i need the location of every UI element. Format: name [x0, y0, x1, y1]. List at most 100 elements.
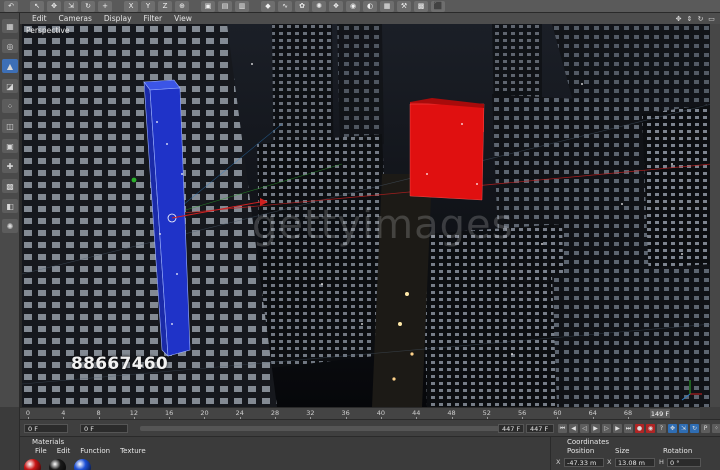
spline-button[interactable]: ∿ [278, 0, 292, 12]
timeline-ruler-end [700, 407, 720, 419]
python-button[interactable]: ⬛ [431, 0, 445, 12]
scene-button[interactable]: ◉ [346, 0, 360, 12]
add-button[interactable]: + [98, 0, 112, 12]
go-to-start-icon[interactable]: ⏮ [558, 424, 567, 433]
position-key-icon[interactable]: ✥ [668, 424, 677, 433]
materials-menu-edit[interactable]: Edit [57, 447, 71, 455]
scale-button[interactable]: ⇲ [64, 0, 78, 12]
viewport-menu-display[interactable]: Display [104, 14, 132, 23]
timeline-tick-label: 16 [165, 409, 174, 417]
timeline-tick-label: 56 [517, 409, 527, 417]
max-frame-field[interactable]: 447 F [526, 424, 554, 433]
keyframe-selection-icon[interactable]: ? [657, 424, 666, 433]
coordinate-system-button[interactable]: ⊕ [175, 0, 189, 12]
polygons-mode-icon[interactable]: ▣ [2, 139, 18, 153]
material-swatch-red[interactable] [24, 459, 41, 470]
texture-mode-icon[interactable]: ◎ [2, 39, 18, 53]
viewport-menu-view[interactable]: View [174, 14, 192, 23]
previous-frame-icon[interactable]: ◁ [580, 424, 589, 433]
position-x-field[interactable]: -47.33 m [564, 458, 604, 467]
rotate-button[interactable]: ↻ [81, 0, 95, 12]
maximize-view-icon[interactable]: ▭ [707, 15, 716, 23]
scale-key-icon[interactable]: ⇲ [679, 424, 688, 433]
render-settings-button[interactable]: ▥ [235, 0, 249, 12]
edges-mode-icon[interactable]: ◫ [2, 119, 18, 133]
light-button[interactable]: ▦ [380, 0, 394, 12]
workplane-icon[interactable]: ✺ [2, 219, 18, 233]
previous-key-icon[interactable]: ◀ [569, 424, 578, 433]
array-button[interactable]: ✺ [312, 0, 326, 12]
camera-button[interactable]: ◐ [363, 0, 377, 12]
go-to-end-icon[interactable]: ⏭ [624, 424, 633, 433]
autokey-icon[interactable]: ◉ [646, 424, 655, 433]
main-toolbar: ↶ ↖ ✥ ⇲ ↻ + X Y Z ⊕ ▣ ▤ ▥ ◆ ∿ ✿ ✺ ❖ ◉ ◐ ▦ ⚒ ▩ ⬛ [0, 0, 720, 13]
right-edge-strip [710, 24, 720, 407]
start-frame-field[interactable]: 0 F [24, 424, 68, 433]
checker-icon[interactable]: ▩ [2, 179, 18, 193]
materials-menu-texture[interactable]: Texture [120, 447, 146, 455]
viewport-camera-label[interactable]: Perspective [26, 26, 69, 35]
materials-menu-function[interactable]: Function [80, 447, 110, 455]
size-header: Size [615, 447, 630, 455]
z-axis-button[interactable]: Z [158, 0, 172, 12]
undo-button[interactable]: ↶ [4, 0, 18, 12]
deformer-button[interactable]: ❖ [329, 0, 343, 12]
rotation-h-field[interactable]: 0 ° [667, 458, 701, 467]
points-mode-icon[interactable]: ⁘ [2, 99, 18, 113]
timeline-tick-label: 68 [623, 409, 633, 417]
timeline-tick-label: 8 [96, 409, 101, 417]
nurbs-button[interactable]: ✿ [295, 0, 309, 12]
sculpt-button[interactable]: ⚒ [397, 0, 411, 12]
rotation-h-axis-label: H [659, 458, 664, 466]
position-x-axis-label: X [556, 458, 561, 466]
pan-view-icon[interactable]: ✥ [674, 15, 683, 23]
object-mode-icon[interactable]: ◪ [2, 79, 18, 93]
timeline-tick-label: 4 [61, 409, 66, 417]
size-x-axis-label: X [607, 458, 612, 466]
material-swatch-blue[interactable] [74, 459, 91, 470]
viewport-menu-edit[interactable]: Edit [32, 14, 47, 23]
y-axis-button[interactable]: Y [141, 0, 155, 12]
make-editable-icon[interactable]: ▦ [2, 19, 18, 33]
model-mode-icon[interactable]: ▲ [2, 59, 18, 73]
end-frame-field[interactable]: 447 F [498, 424, 524, 433]
rotation-header: Rotation [663, 447, 693, 455]
perspective-viewport[interactable]: Perspective gettyimages 88667460 [20, 24, 710, 407]
play-icon[interactable]: ▶ [591, 424, 600, 433]
materials-panel: Materials File Edit Function Texture [20, 436, 550, 470]
layout-button[interactable]: ▩ [414, 0, 428, 12]
zoom-view-icon[interactable]: ⇕ [685, 15, 694, 23]
min-frame-field[interactable]: 0 F [80, 424, 128, 433]
viewport-menu-cameras[interactable]: Cameras [59, 14, 92, 23]
mid-building-5 [552, 264, 710, 407]
watermark-number: 88667460 [71, 354, 169, 374]
timeline-tick-label: 64 [588, 409, 597, 417]
next-key-icon[interactable]: ▶ [613, 424, 622, 433]
live-select-button[interactable]: ↖ [30, 0, 44, 12]
next-frame-icon[interactable]: ▷ [602, 424, 611, 433]
far-building-2 [337, 24, 384, 150]
move-button[interactable]: ✥ [47, 0, 61, 12]
record-icon[interactable]: ● [635, 424, 644, 433]
render-view-button[interactable]: ▣ [201, 0, 215, 12]
materials-menu-file[interactable]: File [35, 447, 47, 455]
timeline-tick-label: 12 [129, 409, 139, 417]
rotate-view-icon[interactable]: ↻ [696, 15, 705, 23]
size-x-field[interactable]: 13.08 m [615, 458, 655, 467]
cube-object-button[interactable]: ◆ [261, 0, 275, 12]
position-header: Position [567, 447, 595, 455]
timeline-tick-label: 36 [341, 409, 350, 417]
axis-mode-icon[interactable]: ✚ [2, 159, 18, 173]
point-level-icon[interactable]: ⁘ [712, 424, 720, 433]
snap-icon[interactable]: ◧ [2, 199, 18, 213]
timeline-tick-label: 28 [270, 409, 280, 417]
material-swatch-black[interactable] [49, 459, 66, 470]
coordinates-panel: Coordinates Position Size Rotation X -47… [550, 436, 720, 470]
render-picture-button[interactable]: ▤ [218, 0, 232, 12]
preview-range-slider[interactable] [140, 426, 514, 431]
x-axis-button[interactable]: X [124, 0, 138, 12]
viewport-menu-filter[interactable]: Filter [144, 14, 163, 23]
timeline-ruler[interactable]: 0 4 8 12 16 20 24 28 32 36 40 44 48 52 56 60 64 68 [20, 407, 700, 420]
rotation-key-icon[interactable]: ↻ [690, 424, 699, 433]
parameter-key-icon[interactable]: P [701, 424, 710, 433]
